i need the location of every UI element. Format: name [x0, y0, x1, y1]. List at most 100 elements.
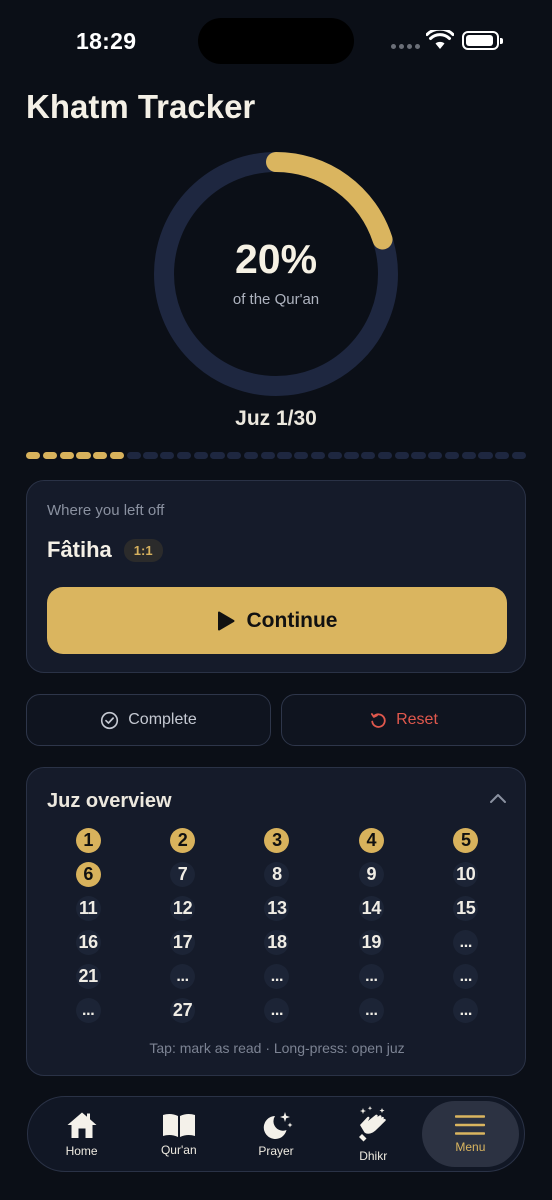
juz-cell: 7	[135, 862, 229, 887]
juz-button[interactable]: ...	[453, 930, 479, 955]
juz-button[interactable]: 18	[264, 930, 290, 955]
juz-cell: 5	[419, 828, 513, 853]
juz-segment	[310, 452, 325, 459]
continue-button[interactable]: Continue	[47, 587, 507, 654]
juz-cell: 2	[135, 828, 229, 853]
surah-row: Fâtiha 1:1	[47, 537, 163, 563]
juz-segment	[260, 452, 275, 459]
progress-percent: 20%	[234, 236, 318, 282]
chevron-up-icon[interactable]	[489, 792, 507, 804]
juz-button[interactable]: ...	[453, 964, 479, 989]
juz-cell: 4	[324, 828, 418, 853]
battery-icon	[462, 31, 503, 50]
juz-button[interactable]: 21	[75, 964, 101, 989]
juz-cell: ...	[324, 964, 418, 989]
tab-dhikr-label: Dhikr	[359, 1149, 388, 1163]
juz-segment	[495, 452, 510, 459]
juz-button[interactable]: 15	[453, 896, 479, 921]
complete-button[interactable]: Complete	[26, 694, 271, 746]
juz-button[interactable]: ...	[170, 964, 196, 989]
tab-menu-label: Menu	[455, 1140, 486, 1154]
overview-title: Juz overview	[47, 790, 172, 812]
juz-button[interactable]: 4	[358, 828, 384, 853]
juz-button[interactable]: ...	[264, 964, 290, 989]
juz-segment	[344, 452, 359, 459]
tab-quran-label: Qur'an	[160, 1143, 197, 1157]
reset-icon	[371, 712, 386, 728]
tab-prayer[interactable]: Prayer	[227, 1101, 324, 1167]
juz-cell: ...	[419, 930, 513, 955]
tab-home[interactable]: Home	[33, 1101, 130, 1167]
juz-segment	[478, 452, 493, 459]
home-icon	[67, 1112, 97, 1138]
juz-button[interactable]: 13	[264, 896, 290, 921]
juz-button[interactable]: 27	[170, 998, 196, 1023]
left-off-label: Where you left off	[47, 502, 165, 519]
juz-button[interactable]: 11	[75, 896, 101, 921]
juz-segment	[59, 452, 74, 459]
dynamic-island	[198, 18, 354, 64]
juz-cell: 10	[419, 862, 513, 887]
juz-button[interactable]: ...	[453, 998, 479, 1023]
juz-segment	[327, 452, 342, 459]
juz-segment	[444, 452, 459, 459]
play-icon	[217, 611, 234, 630]
cellular-signal-icon	[391, 44, 420, 49]
continue-label: Continue	[246, 608, 338, 632]
juz-segment	[126, 452, 141, 459]
juz-button[interactable]: 14	[358, 896, 384, 921]
juz-button[interactable]: 9	[358, 862, 384, 887]
tab-home-label: Home	[65, 1144, 98, 1158]
juz-button[interactable]: 17	[170, 930, 196, 955]
juz-button[interactable]: ...	[75, 998, 101, 1023]
tab-dhikr[interactable]: Dhikr	[325, 1101, 422, 1167]
juz-segment	[109, 452, 124, 459]
tab-bar: Home Qur'an Prayer Dhikr Menu	[27, 1096, 525, 1172]
juz-button[interactable]: ...	[358, 998, 384, 1023]
juz-segment	[394, 452, 409, 459]
progress-subtitle: of the Qur'an	[232, 291, 320, 308]
juz-cell: 13	[230, 896, 324, 921]
juz-button[interactable]: 3	[264, 828, 290, 853]
juz-cell: ...	[41, 998, 135, 1023]
juz-segment	[411, 452, 426, 459]
juz-segment	[428, 452, 443, 459]
juz-segment	[42, 452, 57, 459]
juz-segment	[277, 452, 292, 459]
juz-segment	[294, 452, 309, 459]
juz-segment	[143, 452, 158, 459]
juz-button[interactable]: 1	[75, 828, 101, 853]
juz-button[interactable]: ...	[358, 964, 384, 989]
juz-button[interactable]: 6	[75, 862, 101, 887]
complete-label: Complete	[128, 711, 197, 728]
juz-cell: 21	[41, 964, 135, 989]
juz-button[interactable]: 2	[170, 828, 196, 853]
juz-button[interactable]: 16	[75, 930, 101, 955]
juz-segment	[227, 452, 242, 459]
juz-cell: ...	[230, 964, 324, 989]
check-circle-icon	[101, 711, 119, 729]
moon-stars-icon	[263, 1112, 293, 1139]
juz-segment	[210, 452, 225, 459]
juz-progress-label: Juz 1/30	[235, 407, 317, 430]
tab-menu[interactable]: Menu	[421, 1101, 520, 1167]
menu-icon	[455, 1115, 486, 1135]
juz-button[interactable]: 12	[170, 896, 196, 921]
juz-button[interactable]: 7	[170, 862, 196, 887]
status-time: 18:29	[76, 28, 137, 54]
juz-button[interactable]: 5	[453, 828, 479, 853]
juz-button[interactable]: 19	[358, 930, 384, 955]
reset-button[interactable]: Reset	[281, 694, 526, 746]
tab-quran[interactable]: Qur'an	[130, 1101, 227, 1167]
wifi-icon	[426, 30, 454, 49]
juz-button[interactable]: ...	[264, 998, 290, 1023]
juz-segment-bar	[26, 452, 526, 459]
juz-segment	[361, 452, 376, 459]
juz-cell: ...	[419, 998, 513, 1023]
juz-button[interactable]: 8	[264, 862, 290, 887]
juz-segment	[377, 452, 392, 459]
surah-name: Fâtiha	[47, 537, 112, 562]
reset-label: Reset	[396, 711, 438, 728]
juz-cell: 6	[41, 862, 135, 887]
juz-button[interactable]: 10	[453, 862, 479, 887]
